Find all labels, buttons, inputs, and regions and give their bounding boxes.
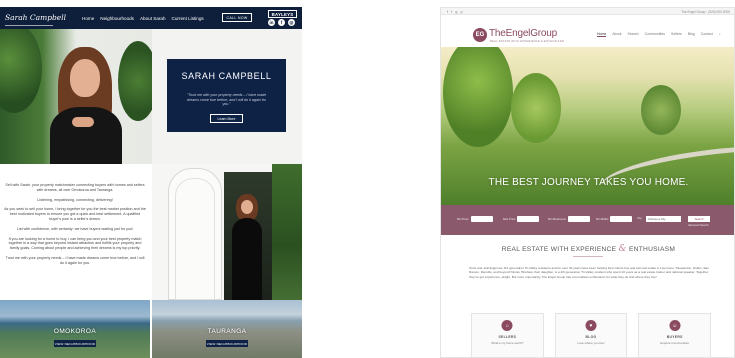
instagram-icon[interactable]: ◎: [288, 19, 295, 26]
site-header: Sarah Campbell Home Neighbourhoods About…: [0, 7, 302, 29]
nav-home[interactable]: Home: [82, 16, 94, 21]
logo-mark-icon[interactable]: EG: [473, 28, 487, 42]
agent-portrait: [0, 29, 152, 164]
about-paragraph: If you are looking for a home to buy, I …: [8, 236, 142, 251]
hero-headline: THE BEST JOURNEY TAKES YOU HOME.: [488, 177, 689, 188]
heart-icon: ♥: [585, 320, 597, 331]
min-baths-field[interactable]: Min Baths: [596, 216, 633, 222]
blog-card[interactable]: ♥ BLOG Love where you live!: [554, 313, 628, 357]
nav-home[interactable]: Home: [597, 32, 607, 37]
site-tagline: REAL ESTATE WITH EXPERIENCE & ENTHUSIASM: [490, 40, 565, 43]
nav-communities[interactable]: Communities: [645, 32, 665, 37]
nav-blog[interactable]: Blog: [688, 32, 695, 37]
section-title-part: REAL ESTATE WITH EXPERIENCE: [501, 246, 617, 253]
min-bedrooms-input[interactable]: [568, 216, 591, 222]
linkedin-icon[interactable]: in: [268, 19, 275, 26]
people-icon: ☺: [669, 320, 681, 331]
section-title-ampersand: &: [618, 244, 627, 254]
about-paragraph: Trust me with your property needs – I ha…: [5, 255, 145, 265]
card-subtitle: Explore Communities: [660, 341, 689, 345]
about-paragraph: Listening, empathising, connecting, deli…: [37, 197, 113, 202]
comparison-canvas: Sarah Campbell Home Neighbourhoods About…: [0, 0, 735, 358]
sarah-campbell-site: Sarah Campbell Home Neighbourhoods About…: [0, 7, 302, 358]
card-title: BLOG: [585, 335, 597, 339]
site-logo[interactable]: TheEngelGroup: [489, 28, 557, 39]
twitter-icon[interactable]: t: [451, 9, 452, 14]
search-button[interactable]: Search: [688, 216, 710, 222]
property-search-bar: Min Price Max Price Min Bedrooms Min Bat…: [441, 205, 734, 235]
field-label: Min Bedrooms: [548, 217, 567, 221]
max-price-input[interactable]: [517, 216, 540, 222]
nav-about-sarah[interactable]: About Sarah: [140, 16, 166, 21]
google-icon[interactable]: g: [455, 9, 457, 14]
site-logo[interactable]: Sarah Campbell: [5, 10, 66, 26]
nav-current-listings[interactable]: Current Listings: [172, 16, 204, 21]
nav-neighbourhoods[interactable]: Neighbourhoods: [100, 16, 134, 21]
about-paragraph: Sell with Sarah, your property matchmake…: [5, 183, 145, 192]
section-title: REAL ESTATE WITH EXPERIENCE & ENTHUSIASM: [441, 244, 734, 254]
neighbourhood-tiles: OMOKOROA VIEW NEIGHBOURHOOD TAURANGA VIE…: [0, 300, 302, 358]
agent-doorway-photo: [152, 164, 302, 300]
section-divider: [573, 256, 603, 257]
call-now-button[interactable]: CALL NOW: [222, 13, 252, 22]
neighbourhood-tile-omokoroa[interactable]: OMOKOROA VIEW NEIGHBOURHOOD: [0, 300, 150, 358]
learn-more-button[interactable]: Learn More: [210, 114, 243, 123]
engel-group-site: f t g p The Engel Group · (925) 000-0000…: [440, 7, 735, 358]
field-label: Min Price: [457, 217, 469, 221]
about-paragraph: As you seek to sell your home, I bring t…: [4, 207, 146, 221]
card-subtitle: Love where you live!: [577, 341, 605, 345]
min-price-field[interactable]: Min Price: [457, 216, 493, 222]
main-nav: Home About Search Communities Sellers Bl…: [597, 32, 721, 37]
min-price-input[interactable]: [470, 216, 493, 222]
bayleys-logo[interactable]: BAYLEYS: [268, 10, 297, 18]
house-icon: ⌂: [501, 320, 513, 331]
social-links: f t g p: [447, 9, 463, 14]
city-field: City: [637, 216, 642, 220]
facebook-icon[interactable]: f: [447, 9, 448, 14]
city-select[interactable]: Choose a City: [646, 216, 681, 222]
nav-search[interactable]: Search: [628, 32, 639, 37]
buyers-card[interactable]: ☺ BUYERS Explore Communities: [638, 313, 712, 357]
min-baths-input[interactable]: [610, 216, 633, 222]
view-neighbourhood-button[interactable]: VIEW NEIGHBOURHOOD: [206, 340, 248, 347]
sellers-card[interactable]: ⌂ SELLERS What's my home worth?: [471, 313, 544, 357]
max-price-field[interactable]: Max Price: [503, 216, 540, 222]
intro-paragraph: Chris and Jodi Engel are 3rd generation …: [469, 266, 709, 279]
top-bar: f t g p The Engel Group · (925) 000-0000: [441, 8, 734, 15]
about-section: Sell with Sarah, your property matchmake…: [0, 164, 302, 300]
agent-quote: "Trust me with your property needs – I h…: [186, 93, 267, 107]
card-title: BUYERS: [666, 335, 683, 339]
view-neighbourhood-button[interactable]: VIEW NEIGHBOURHOOD: [54, 340, 96, 347]
field-label: Max Price: [503, 217, 516, 221]
facebook-icon[interactable]: f: [278, 19, 285, 26]
nav-contact[interactable]: Contact: [701, 32, 713, 37]
agent-intro-card: SARAH CAMPBELL "Trust me with your prope…: [167, 59, 286, 132]
agent-name: SARAH CAMPBELL: [181, 71, 272, 81]
neighbourhood-name: OMOKOROA: [53, 328, 97, 335]
neighbourhood-name: TAURANGA: [207, 328, 247, 335]
advanced-search-link[interactable]: Advanced Search: [688, 224, 708, 227]
neighbourhood-tile-tauranga[interactable]: TAURANGA VIEW NEIGHBOURHOOD: [152, 300, 302, 358]
feature-cards: ⌂ SELLERS What's my home worth? ♥ BLOG L…: [471, 313, 712, 357]
card-subtitle: What's my home worth?: [491, 341, 524, 345]
main-nav: Home Neighbourhoods About Sarah Current …: [82, 7, 204, 29]
card-title: SELLERS: [498, 335, 517, 339]
about-paragraph: List with confidence, with certainty: we…: [16, 226, 134, 231]
site-header: EG TheEngelGroup REAL ESTATE WITH EXPERI…: [441, 15, 734, 47]
pinterest-icon[interactable]: p: [460, 9, 462, 14]
about-text: Sell with Sarah, your property matchmake…: [4, 183, 146, 271]
search-icon[interactable]: ⌕: [719, 32, 721, 37]
hero-section: SARAH CAMPBELL "Trust me with your prope…: [0, 29, 302, 164]
social-links: in f ◎: [268, 19, 295, 26]
section-title-part: ENTHUSIASM: [628, 246, 676, 253]
contact-info: The Engel Group · (925) 000-0000: [681, 9, 730, 14]
field-label: Min Baths: [596, 217, 609, 221]
nav-about[interactable]: About: [612, 32, 621, 37]
field-label: City: [637, 216, 642, 220]
hero-banner: THE BEST JOURNEY TAKES YOU HOME.: [441, 47, 734, 205]
min-bedrooms-field[interactable]: Min Bedrooms: [548, 216, 591, 222]
nav-sellers[interactable]: Sellers: [671, 32, 682, 37]
